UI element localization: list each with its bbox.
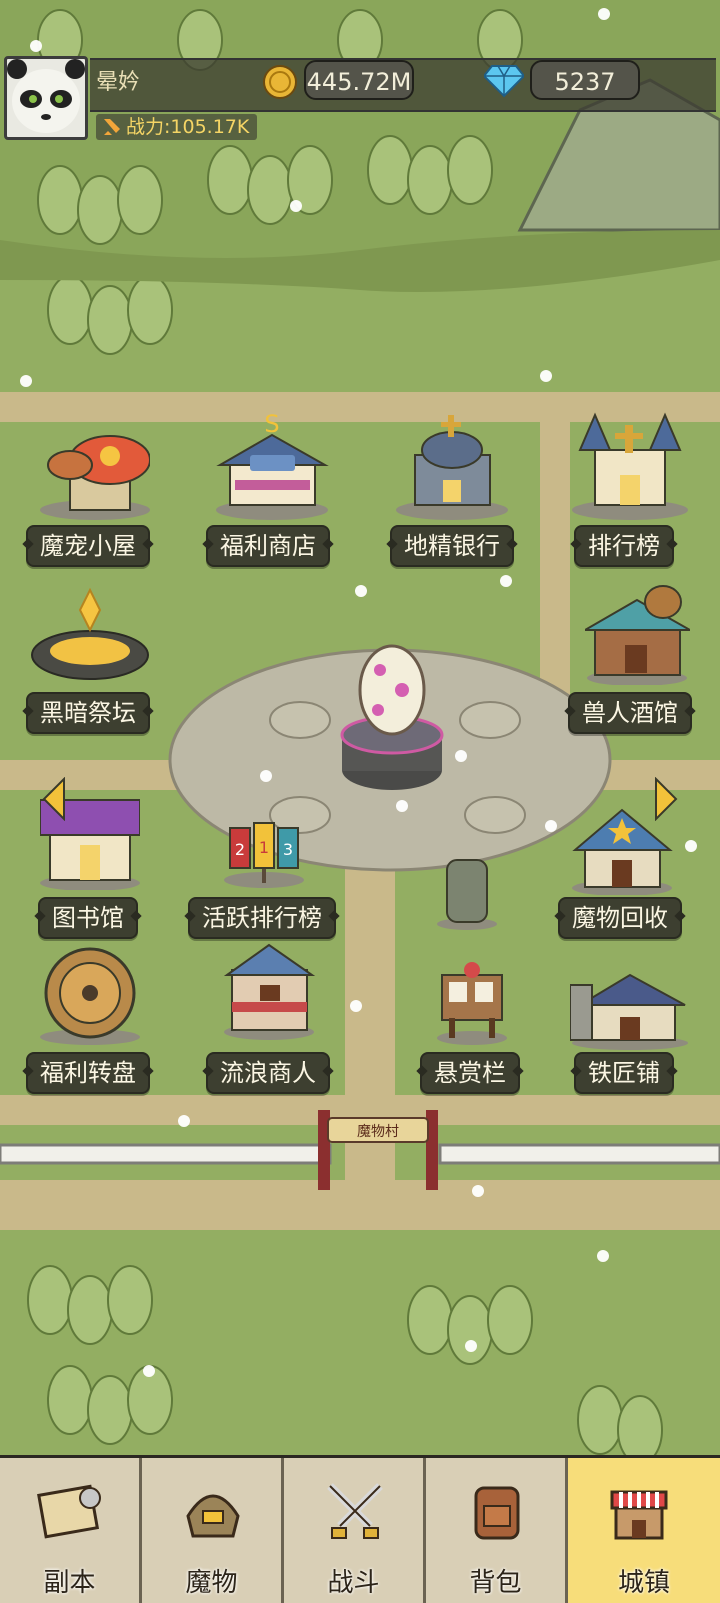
combat-power-value: 战力:105.17K [126,116,250,138]
snowflake [685,840,697,852]
building-label-library[interactable]: 图书馆 [38,897,138,939]
combat-power: 战力:105.17K [96,114,258,140]
gold-coin-icon [263,65,297,99]
building-label-activity-ranking[interactable]: 活跃排行榜 [188,897,336,939]
player-name: 晕妗 [96,70,141,95]
snowflake [545,820,557,832]
town-map: 魔物村 S 2 1 3 魔宠小屋 福利商店 地精银行 排行榜 黑暗祭坛 兽人酒馆… [0,0,720,1485]
snowflake [350,1000,362,1012]
building-label-leaderboard[interactable]: 排行榜 [574,525,674,567]
map-terrain: 魔物村 [0,0,720,1485]
building-label-bounty-board[interactable]: 悬赏栏 [420,1052,520,1094]
building-label-blacksmith[interactable]: 铁匠铺 [574,1052,674,1094]
arrow-left-icon[interactable] [40,777,66,821]
tab-backpack-label: 背包 [469,1568,522,1598]
map-scroll-icon [37,1484,101,1539]
tab-town[interactable]: 城镇 [568,1458,720,1603]
tab-backpack[interactable]: 背包 [426,1458,568,1603]
arrow-right-icon[interactable] [654,777,680,821]
building-label-orc-tavern[interactable]: 兽人酒馆 [568,692,692,734]
power-icon [104,119,120,135]
snowflake [500,575,512,587]
building-label-goblin-bank[interactable]: 地精银行 [390,525,514,567]
tab-dungeon[interactable]: 副本 [0,1458,142,1603]
snowflake [472,1185,484,1197]
panda-avatar-icon [7,59,85,133]
gold-amount[interactable]: 445.72M [304,60,414,100]
snowflake [396,800,408,812]
snowflake [597,1250,609,1262]
town-shop-icon [610,1490,668,1540]
building-label-monster-recycle[interactable]: 魔物回收 [558,897,682,939]
snowflake [455,750,467,762]
backpack-icon [474,1486,520,1540]
banner-number-2: 2 [235,840,245,859]
snowflake [30,40,42,52]
snowflake [598,8,610,20]
snowflake [355,585,367,597]
tab-monster[interactable]: 魔物 [142,1458,284,1603]
avatar[interactable] [4,56,88,140]
building-label-wandering-merchant[interactable]: 流浪商人 [206,1052,330,1094]
tab-battle-label: 战斗 [327,1568,380,1598]
snowflake [465,1340,477,1352]
snowflake [540,370,552,382]
diamond-icon [484,65,524,98]
banner-number-1: 1 [259,838,269,857]
tab-dungeon-label: 副本 [43,1568,96,1598]
snowflake [143,1365,155,1377]
tab-battle[interactable]: 战斗 [284,1458,426,1603]
tab-monster-label: 魔物 [185,1568,238,1598]
building-label-pet-house[interactable]: 魔宠小屋 [26,525,150,567]
building-label-welfare-wheel[interactable]: 福利转盘 [26,1052,150,1094]
building-label-welfare-shop[interactable]: 福利商店 [206,525,330,567]
snowflake [260,770,272,782]
banner-number-3: 3 [283,840,293,859]
bottom-nav: 副本 魔物 战斗 背包 城镇 [0,1455,720,1603]
snowflake [290,200,302,212]
building-label-dark-altar[interactable]: 黑暗祭坛 [26,692,150,734]
player-status-bar: 晕妗 445.72M 5237 战力:105.17K [0,52,720,142]
crossed-swords-icon [327,1483,383,1539]
snowflake [20,375,32,387]
svg-text:S: S [264,410,279,438]
gem-amount[interactable]: 5237 [530,60,640,100]
tab-town-label: 城镇 [617,1568,670,1598]
svg-text:魔物村: 魔物村 [357,1124,399,1140]
snowflake [178,1115,190,1127]
monster-helmet-icon [186,1494,240,1538]
